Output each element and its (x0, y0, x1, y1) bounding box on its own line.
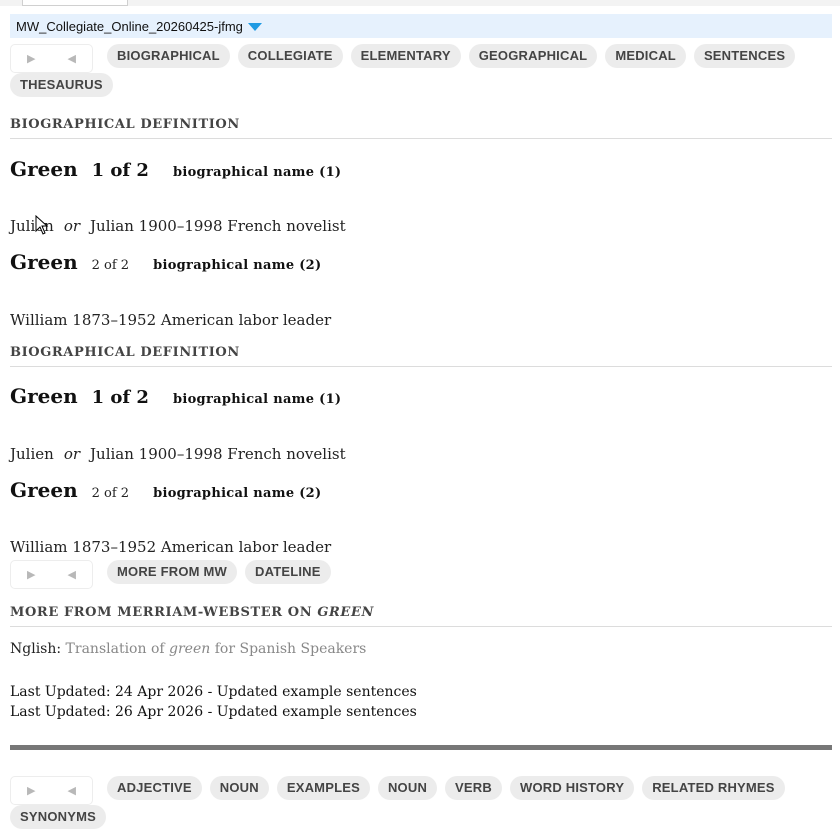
tab-collegiate[interactable]: COLLEGIATE (237, 44, 343, 68)
tab-synonyms[interactable]: SYNONYMS (10, 805, 107, 829)
definition: William 1873–1952 American labor leader (10, 538, 332, 556)
dropdown-arrow-icon[interactable] (247, 23, 262, 31)
tab-examples[interactable]: EXAMPLES (276, 776, 370, 800)
section-divider (10, 745, 832, 750)
back-icon[interactable]: ◀ (68, 784, 76, 797)
tab-sentences[interactable]: SENTENCES (693, 44, 796, 68)
tab-dateline[interactable]: DATELINE (245, 560, 331, 584)
active-tab[interactable] (22, 0, 128, 6)
nav-buttons: ▶ ◀ (10, 44, 93, 73)
homograph-number: 1 of 2 (91, 160, 149, 181)
tab-thesaurus[interactable]: THESAURUS (10, 73, 113, 97)
top-nav-row: ▶ ◀ BIOGRAPHICAL COLLEGIATE ELEMENTARY G… (10, 44, 832, 102)
nglish-row: Nglish: Translation of green for Spanish… (10, 641, 366, 657)
part-of-speech: biographical name (2) (153, 258, 322, 273)
headword: Green (10, 250, 78, 274)
back-icon[interactable]: ◀ (68, 52, 76, 65)
tab-elementary[interactable]: ELEMENTARY (350, 44, 461, 68)
tab-more-from-mw[interactable]: MORE FROM MW (107, 560, 237, 584)
definition: Julien or Julian 1900–1998 French novelist (10, 445, 346, 463)
tab-biographical[interactable]: BIOGRAPHICAL (107, 44, 230, 68)
homograph-number: 2 of 2 (91, 258, 130, 273)
mid-nav-row: ▶ ◀ MORE FROM MW DATELINE (10, 560, 832, 589)
forward-icon[interactable]: ▶ (27, 52, 35, 65)
tab-word-history[interactable]: WORD HISTORY (509, 776, 635, 800)
entry-header: Green 2 of 2 biographical name (2) (10, 250, 321, 274)
dictionary-selector[interactable]: MW_Collegiate_Online_20260425-jfmg (10, 14, 832, 38)
definition: Julien or Julian 1900–1998 French novelist (10, 217, 346, 235)
bottom-nav-row: ▶ ◀ ADJECTIVE NOUN EXAMPLES NOUN VERB WO… (10, 776, 832, 834)
last-updated: Last Updated: 24 Apr 2026 - Updated exam… (10, 684, 417, 700)
headword: Green (10, 157, 78, 181)
nglish-link[interactable]: Translation of green for Spanish Speaker… (66, 641, 367, 657)
part-of-speech: biographical name (1) (172, 392, 342, 407)
section-heading: BIOGRAPHICAL DEFINITION (10, 345, 832, 367)
back-icon[interactable]: ◀ (68, 568, 76, 581)
mouse-cursor-icon (35, 215, 49, 235)
headword: Green (10, 478, 78, 502)
forward-icon[interactable]: ▶ (27, 568, 35, 581)
last-updated: Last Updated: 26 Apr 2026 - Updated exam… (10, 704, 417, 720)
tab-adjective[interactable]: ADJECTIVE (107, 776, 202, 800)
definition: William 1873–1952 American labor leader (10, 311, 332, 329)
tab-related-rhymes[interactable]: RELATED RHYMES (642, 776, 785, 800)
tab-noun[interactable]: NOUN (209, 776, 269, 800)
entry-header: Green 1 of 2 biographical name (1) (10, 384, 341, 408)
top-tab-strip (0, 0, 840, 6)
nav-buttons: ▶ ◀ (10, 560, 93, 589)
tab-noun-2[interactable]: NOUN (377, 776, 438, 800)
part-of-speech: biographical name (1) (172, 165, 342, 180)
tab-medical[interactable]: MEDICAL (605, 44, 686, 68)
tab-geographical[interactable]: GEOGRAPHICAL (468, 44, 598, 68)
section-heading: BIOGRAPHICAL DEFINITION (10, 117, 832, 139)
nglish-label: Nglish: (10, 641, 62, 657)
homograph-number: 2 of 2 (91, 486, 130, 501)
tab-verb[interactable]: VERB (445, 776, 502, 800)
entry-header: Green 2 of 2 biographical name (2) (10, 478, 321, 502)
part-of-speech: biographical name (2) (153, 486, 322, 501)
more-heading: MORE FROM MERRIAM-WEBSTER ON GREEN (10, 605, 832, 627)
dictionary-title: MW_Collegiate_Online_20260425-jfmg (16, 18, 243, 34)
nav-buttons: ▶ ◀ (10, 776, 93, 805)
homograph-number: 1 of 2 (91, 387, 149, 408)
headword: Green (10, 384, 78, 408)
entry-header: Green 1 of 2 biographical name (1) (10, 157, 341, 181)
forward-icon[interactable]: ▶ (27, 784, 35, 797)
